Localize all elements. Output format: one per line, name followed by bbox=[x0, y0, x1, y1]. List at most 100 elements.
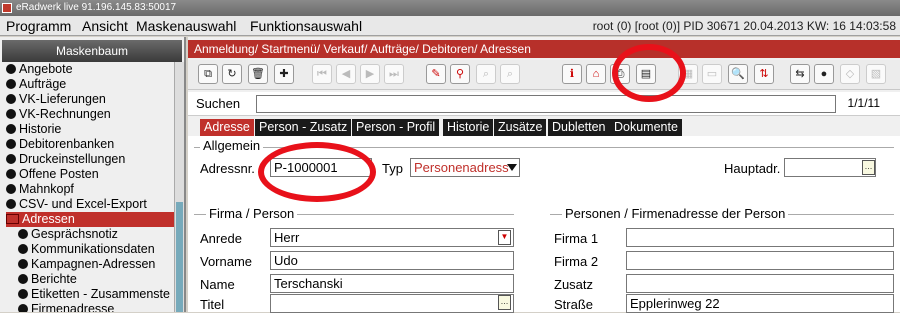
tab-person-profil[interactable]: Person - Profil bbox=[352, 119, 440, 136]
find-next-icon[interactable]: ⌕ bbox=[500, 64, 520, 84]
find-icon[interactable]: ⌕ bbox=[476, 64, 496, 84]
window-title: eRadwerk live 91.196.145.83:50017 bbox=[16, 2, 177, 13]
copy-icon[interactable]: ⧉ bbox=[198, 64, 218, 84]
tree-subitem-firmenadresse[interactable]: Firmenadresse bbox=[18, 302, 114, 312]
sort-icon[interactable]: ⇅ bbox=[754, 64, 774, 84]
tree-item-csv-export[interactable]: CSV- und Excel-Export bbox=[6, 197, 147, 212]
toolbar: ⧉ ↻ 🗑 ✚ ⏮ ◀ ▶ ⏭ ✎ ⚲ ⌕ ⌕ ℹ ⌂ ⎙ ▤ ▦ ▭ 🔍 ⇅ … bbox=[188, 60, 900, 90]
tree-subitem-kampagnen-adressen[interactable]: Kampagnen-Adressen bbox=[18, 257, 155, 272]
dropdown-icon[interactable]: ▼ bbox=[498, 230, 511, 245]
hauptadr-label: Hauptadr. bbox=[724, 161, 781, 176]
node-icon bbox=[6, 109, 16, 119]
node-icon bbox=[18, 229, 28, 239]
vorname-field[interactable]: Udo bbox=[270, 251, 514, 270]
mask-tree-title: Maskenbaum bbox=[2, 40, 182, 62]
scrollbar-thumb[interactable] bbox=[176, 202, 183, 312]
anrede-field[interactable]: Herr bbox=[270, 228, 514, 247]
status-text: root (0) [root (0)] PID 30671 20.04.2013… bbox=[592, 19, 896, 33]
tree-item-vk-rechnungen[interactable]: VK-Rechnungen bbox=[6, 107, 111, 122]
previous-record-icon[interactable]: ◀ bbox=[336, 64, 356, 84]
search-icon[interactable]: 🔍 bbox=[728, 64, 748, 84]
node-icon bbox=[18, 274, 28, 284]
node-icon bbox=[6, 79, 16, 89]
node-icon bbox=[18, 304, 28, 312]
tree-item-mahnkopf[interactable]: Mahnkopf bbox=[6, 182, 74, 197]
tree-item-auftraege[interactable]: Aufträge bbox=[6, 77, 66, 92]
menu-ansicht[interactable]: Ansicht bbox=[82, 16, 128, 36]
menu-funktionsauswahl[interactable]: Funktionsauswahl bbox=[250, 16, 362, 36]
edit-icon[interactable]: ✎ bbox=[426, 64, 446, 84]
info-icon[interactable]: ℹ bbox=[562, 64, 582, 84]
lookup-icon[interactable]: … bbox=[498, 295, 511, 310]
name-field[interactable]: Terschanski bbox=[270, 274, 514, 293]
chevron-down-icon bbox=[507, 164, 517, 171]
zusatz-field[interactable] bbox=[626, 274, 894, 293]
tag-icon[interactable]: ◇ bbox=[840, 64, 860, 84]
node-icon bbox=[18, 244, 28, 254]
tree-scrollbar[interactable] bbox=[174, 62, 184, 312]
vorname-label: Vorname bbox=[200, 254, 253, 269]
window-icon[interactable]: ▭ bbox=[702, 64, 722, 84]
swap-icon[interactable]: ⇆ bbox=[790, 64, 810, 84]
node-icon bbox=[6, 139, 16, 149]
app-icon bbox=[2, 3, 12, 13]
lookup-icon[interactable]: … bbox=[862, 160, 875, 175]
firma2-label: Firma 2 bbox=[554, 254, 599, 269]
node-icon bbox=[6, 199, 16, 209]
tree-item-angebote[interactable]: Angebote bbox=[6, 62, 73, 77]
tab-dokumente[interactable]: Dokumente bbox=[610, 119, 682, 136]
tree-subitem-etiketten[interactable]: Etiketten - Zusammenste bbox=[18, 287, 170, 302]
tag-alt-icon[interactable]: ▧ bbox=[866, 64, 886, 84]
annotation-circle-toolbar bbox=[612, 44, 686, 102]
marker-icon[interactable]: ⚲ bbox=[450, 64, 470, 84]
tree-item-offene-posten[interactable]: Offene Posten bbox=[6, 167, 99, 182]
refresh-icon[interactable]: ↻ bbox=[222, 64, 242, 84]
tree-subitem-berichte[interactable]: Berichte bbox=[18, 272, 77, 287]
tab-adresse[interactable]: Adresse bbox=[200, 119, 254, 136]
titel-field[interactable] bbox=[270, 294, 514, 313]
add-icon[interactable]: ✚ bbox=[274, 64, 294, 84]
record-pager: 1/1/11 bbox=[847, 96, 880, 110]
menu-bar: Programm Ansicht Maskenauswahl Funktions… bbox=[0, 16, 900, 36]
typ-label: Typ bbox=[382, 161, 403, 176]
menu-maskenauswahl[interactable]: Maskenauswahl bbox=[136, 16, 236, 36]
tree-item-adressen[interactable]: Adressen bbox=[6, 212, 176, 227]
breadcrumb: Anmeldung/ Startmenü/ Verkauf/ Aufträge/… bbox=[188, 40, 900, 58]
tree-item-vk-lieferungen[interactable]: VK-Lieferungen bbox=[6, 92, 106, 107]
firma1-field[interactable] bbox=[626, 228, 894, 247]
group-title-firma-person: Firma / Person bbox=[206, 206, 298, 221]
tree-item-druckeinstellungen[interactable]: Druckeinstellungen bbox=[6, 152, 125, 167]
tree-item-debitorenbanken[interactable]: Debitorenbanken bbox=[6, 137, 114, 152]
first-record-icon[interactable]: ⏮ bbox=[312, 64, 332, 84]
firma1-label: Firma 1 bbox=[554, 231, 599, 246]
search-input[interactable] bbox=[256, 95, 836, 113]
tab-dubletten[interactable]: Dubletten bbox=[548, 119, 610, 136]
last-record-icon[interactable]: ⏭ bbox=[384, 64, 404, 84]
globe-icon[interactable]: ● bbox=[814, 64, 834, 84]
strasse-field[interactable]: Epplerinweg 22 bbox=[626, 294, 894, 313]
node-icon bbox=[6, 64, 16, 74]
adressnr-label: Adressnr. bbox=[200, 161, 255, 176]
tab-zusaetze[interactable]: Zusätze bbox=[494, 119, 547, 136]
annotation-circle-adressnr bbox=[258, 142, 376, 202]
home-icon[interactable]: ⌂ bbox=[586, 64, 606, 84]
firma2-field[interactable] bbox=[626, 251, 894, 270]
tab-historie[interactable]: Historie bbox=[443, 119, 494, 136]
next-record-icon[interactable]: ▶ bbox=[360, 64, 380, 84]
node-icon bbox=[6, 94, 16, 104]
tree-item-historie[interactable]: Historie bbox=[6, 122, 61, 137]
tree-subitem-gespraechsnotiz[interactable]: Gesprächsnotiz bbox=[18, 227, 118, 242]
node-icon bbox=[18, 289, 28, 299]
menu-programm[interactable]: Programm bbox=[6, 16, 71, 36]
folder-open-icon bbox=[6, 214, 19, 224]
group-title-personen-firmen: Personen / Firmenadresse der Person bbox=[562, 206, 789, 221]
titel-label: Titel bbox=[200, 297, 225, 312]
window-titlebar: eRadwerk live 91.196.145.83:50017 bbox=[0, 0, 900, 16]
search-row: Suchen 1/1/11 bbox=[188, 92, 900, 116]
tab-person-zusatz[interactable]: Person - Zusatz bbox=[255, 119, 352, 136]
delete-icon[interactable]: 🗑 bbox=[248, 64, 268, 84]
node-icon bbox=[18, 259, 28, 269]
tree-subitem-kommunikationsdaten[interactable]: Kommunikationsdaten bbox=[18, 242, 155, 257]
node-icon bbox=[6, 184, 16, 194]
typ-select[interactable]: Personenadress bbox=[410, 158, 520, 177]
